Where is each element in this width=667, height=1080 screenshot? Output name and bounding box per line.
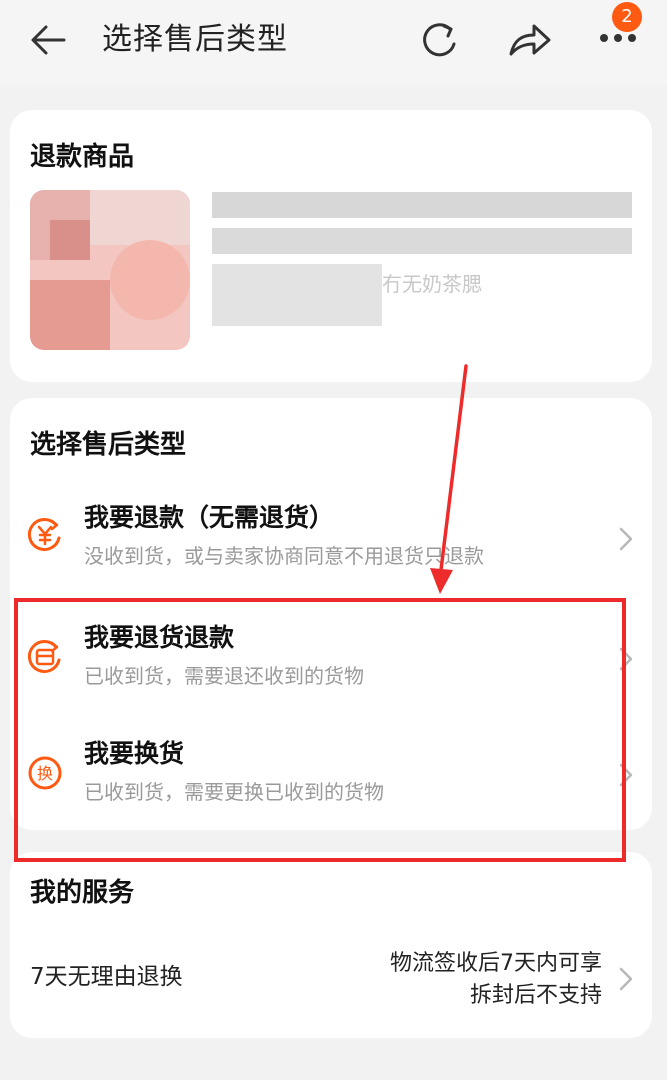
top-bar <box>0 0 667 84</box>
option-exchange[interactable]: 换 我要换货 已收到货，需要更换已收到的货物 <box>10 722 652 830</box>
refund-item-title: 退款商品 <box>30 142 135 172</box>
back-arrow-icon[interactable] <box>30 24 66 56</box>
svg-text:换: 换 <box>37 764 53 783</box>
refresh-icon[interactable] <box>420 20 462 60</box>
option-return-refund[interactable]: 我要退货退款 已收到货，需要退还收到的货物 <box>10 604 652 712</box>
yen-refund-icon <box>27 518 61 551</box>
aftersale-type-title: 选择售后类型 <box>30 430 187 460</box>
service-item-label[interactable]: 7天无理由退换 <box>30 960 183 994</box>
product-thumbnail[interactable] <box>30 190 190 350</box>
option-title: 我要换货 <box>84 739 185 768</box>
exchange-icon: 换 <box>28 756 62 790</box>
chevron-right-icon <box>619 763 633 787</box>
option-desc: 没收到货，或与卖家协商同意不用退货只退款 <box>84 544 484 568</box>
option-title: 我要退款（无需退货） <box>84 503 335 532</box>
more-icon[interactable] <box>598 30 640 46</box>
option-refund-only[interactable]: 我要退款（无需退货） 没收到货，或与卖家协商同意不用退货只退款 <box>10 486 652 594</box>
option-desc: 已收到货，需要更换已收到的货物 <box>84 780 384 804</box>
chevron-right-icon <box>619 527 633 551</box>
option-desc: 已收到货，需要退还收到的货物 <box>84 664 364 688</box>
return-box-icon <box>27 640 61 673</box>
page-title: 选择售后类型 <box>102 22 288 57</box>
chevron-right-icon <box>619 647 633 671</box>
notification-badge: 2 <box>612 2 642 32</box>
chevron-right-icon[interactable] <box>618 966 634 992</box>
services-title: 我的服务 <box>30 878 135 908</box>
service-note-line2: 拆封后不支持 <box>469 983 602 1008</box>
service-note-line1: 物流签收后7天内可享 <box>390 951 602 976</box>
share-icon[interactable] <box>508 22 552 58</box>
option-title: 我要退货退款 <box>84 623 235 652</box>
